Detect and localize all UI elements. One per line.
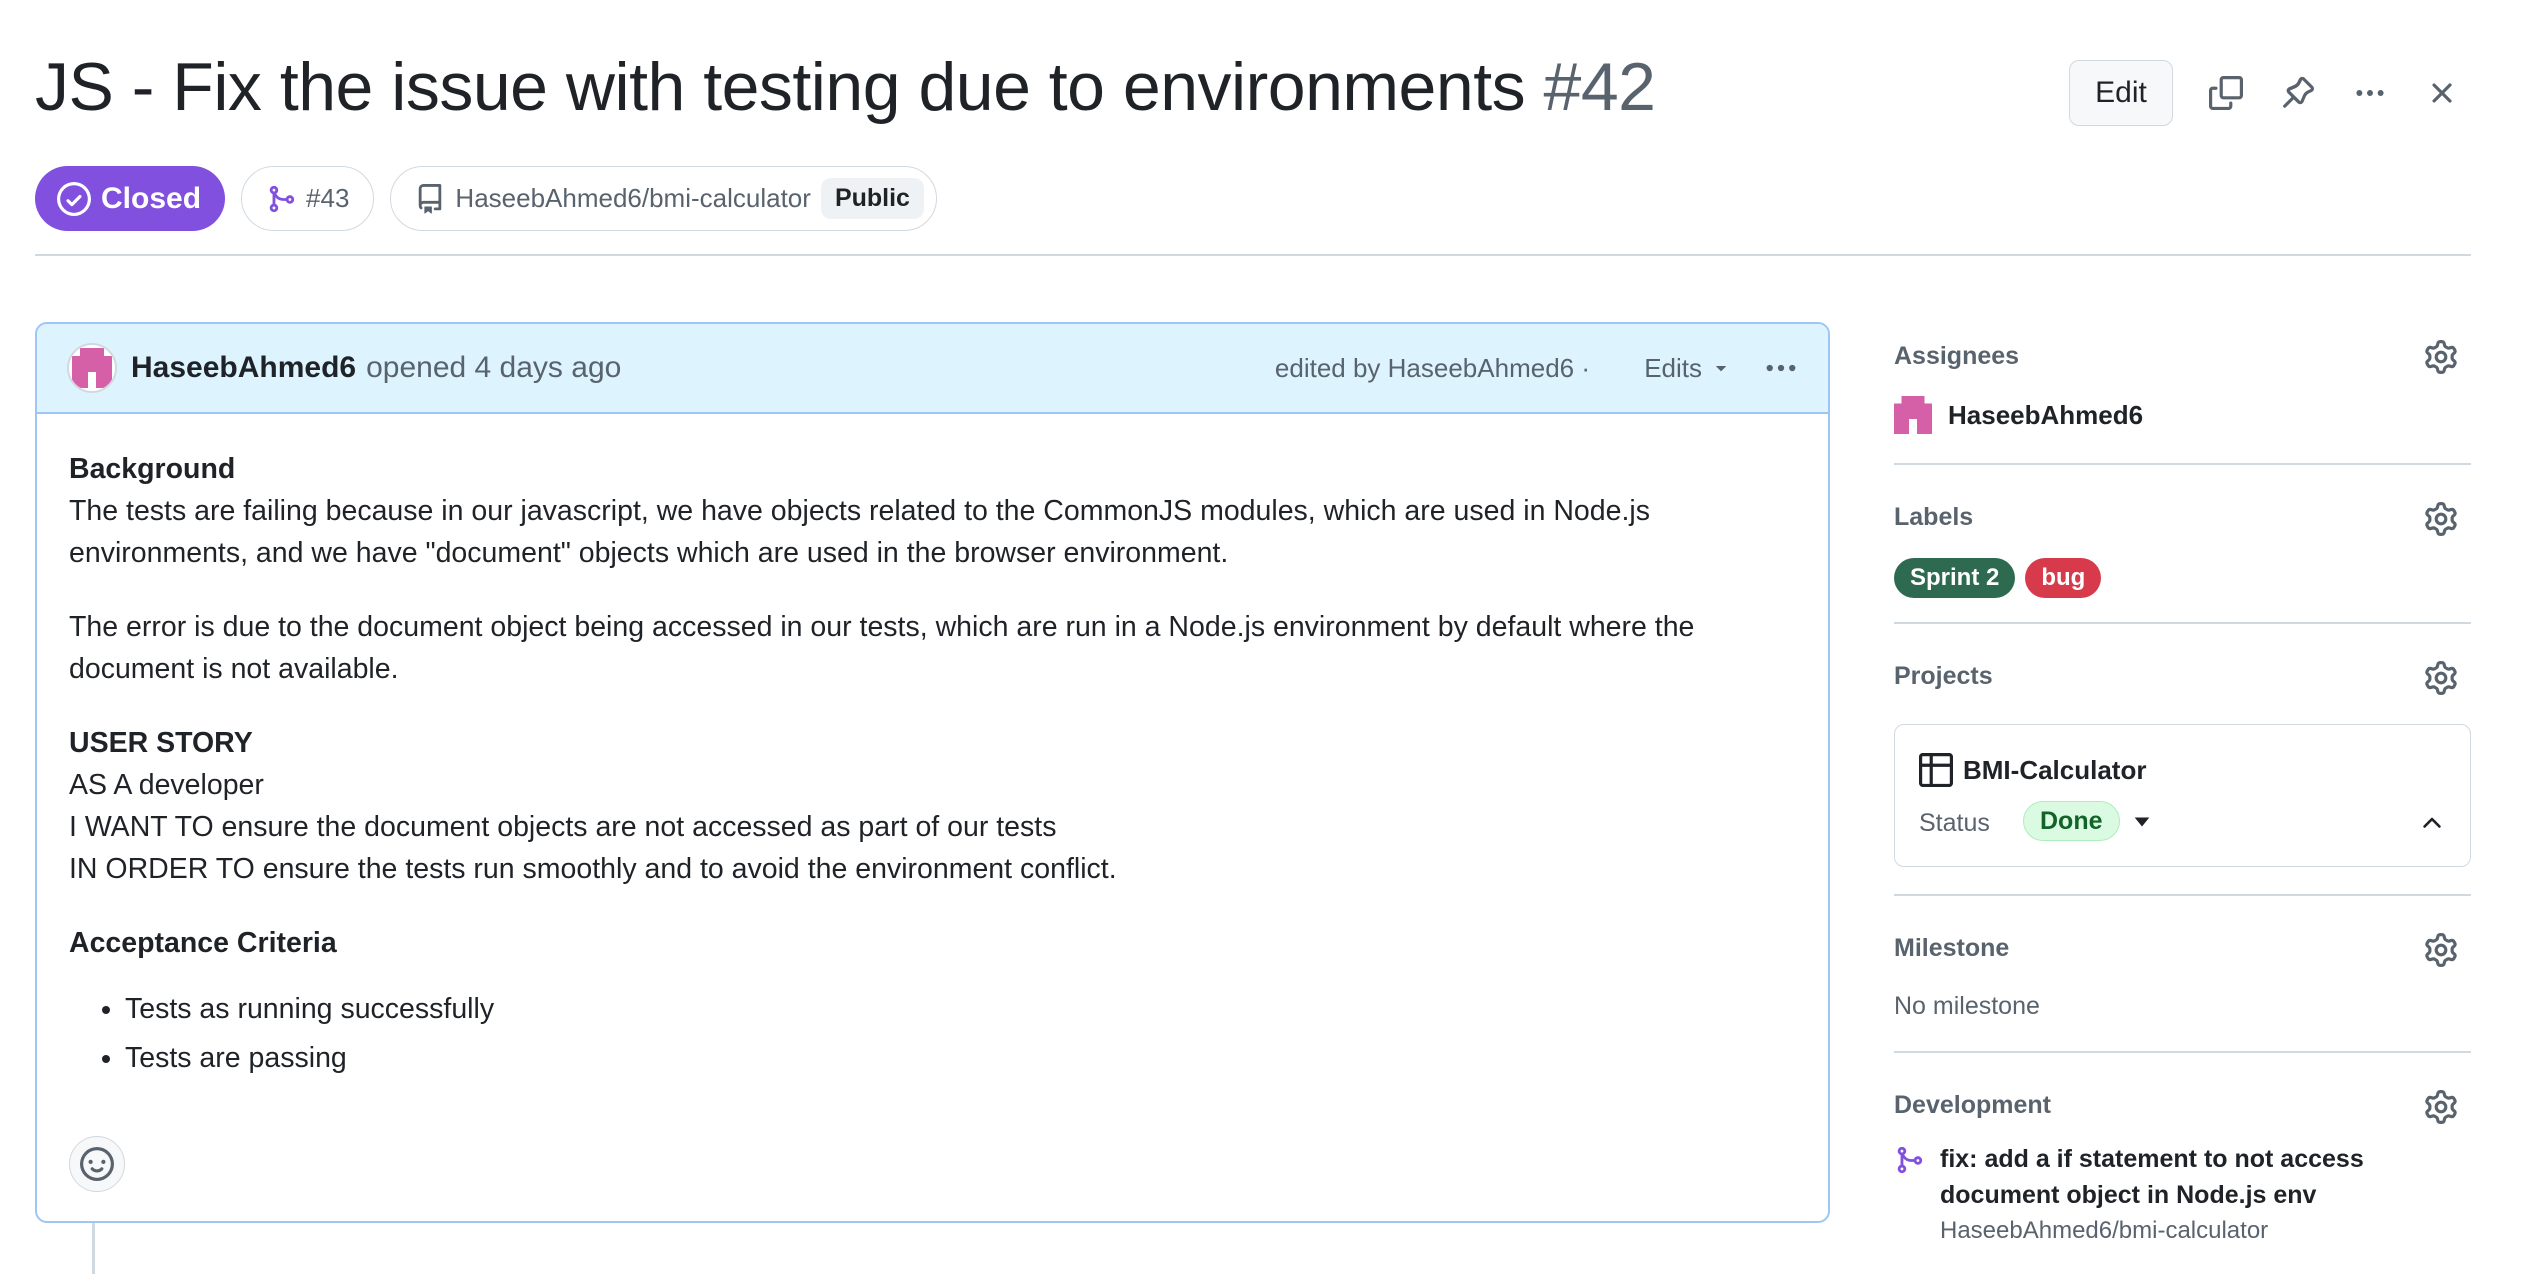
assignee-name: HaseebAhmed6 [1948, 399, 2144, 430]
timeline-connector [92, 1223, 95, 1274]
milestone-section: Milestone No milestone [1894, 896, 2471, 1053]
header-divider [35, 254, 2471, 256]
list-item: Tests are passing [125, 1037, 1796, 1079]
gear-icon[interactable] [2421, 499, 2461, 539]
user-story-want: I WANT TO ensure the document objects ar… [69, 811, 1057, 843]
triangle-down-icon[interactable] [2133, 813, 2151, 831]
project-card: BMI-Calculator Status Done [1894, 724, 2471, 867]
issue-comment: HaseebAhmed6 opened 4 days ago edited by… [35, 322, 1830, 1223]
visibility-badge: Public [820, 178, 924, 219]
labels-heading: Labels [1894, 503, 1974, 531]
issue-title-text: JS - Fix the issue with testing due to e… [35, 49, 1526, 125]
git-merge-icon [1897, 1146, 1923, 1174]
edits-label: Edits [1644, 352, 1702, 383]
add-reaction-button[interactable] [69, 1136, 125, 1192]
label-bug[interactable]: bug [2025, 558, 2102, 598]
comment-options-icon[interactable] [1756, 345, 1806, 391]
assignees-heading: Assignees [1894, 342, 2020, 370]
linked-branch-title[interactable]: fix: add a if statement to not access do… [1940, 1141, 2380, 1213]
edit-button[interactable]: Edit [2069, 60, 2173, 126]
background-heading: Background [69, 453, 236, 485]
repo-pill[interactable]: HaseebAhmed6/bmi-calculator Public [390, 166, 937, 231]
issue-sidebar: Assignees HaseebAhmed6 Labels Sprint 2 b… [1894, 322, 2471, 1273]
kebab-horizontal-icon[interactable] [2347, 70, 2393, 116]
background-paragraph: Background The tests are failing because… [69, 448, 1796, 574]
comment-body: Background The tests are failing because… [37, 414, 1828, 1079]
development-section: Development fix: add a if statement to n… [1894, 1053, 2471, 1273]
milestone-value: No milestone [1894, 992, 2040, 1020]
check-circle-icon [57, 181, 91, 216]
table-icon [1919, 753, 1953, 787]
error-paragraph: The error is due to the document object … [69, 611, 1695, 685]
gear-icon[interactable] [2421, 658, 2461, 698]
labels-section: Labels Sprint 2 bug [1894, 465, 2471, 624]
state-badge-closed: Closed [35, 166, 226, 231]
user-story: USER STORY AS A developer I WANT TO ensu… [69, 722, 1796, 890]
header-actions: Edit [2006, 60, 2526, 126]
development-heading: Development [1894, 1091, 2051, 1119]
gear-icon[interactable] [2421, 930, 2461, 970]
linked-branch-item[interactable]: fix: add a if statement to not access do… [1894, 1141, 2380, 1249]
chevron-up-icon[interactable] [2418, 809, 2446, 837]
label-sprint-2[interactable]: Sprint 2 [1894, 558, 2016, 598]
comment-author[interactable]: HaseebAhmed6 [131, 351, 356, 385]
status-badge[interactable]: Done [2023, 801, 2120, 841]
project-link[interactable]: BMI-Calculator [1919, 753, 2146, 787]
issue-meta: Closed #43 HaseebAhmed6/bmi-calculator P… [35, 166, 937, 231]
acceptance-criteria-list: Tests as running successfully Tests are … [125, 988, 1796, 1079]
user-story-as: AS A developer [69, 769, 264, 801]
repo-icon [419, 183, 442, 214]
label-list: Sprint 2 bug [1894, 558, 2102, 598]
user-story-order: IN ORDER TO ensure the tests run smoothl… [69, 853, 1117, 885]
issue-title: JS - Fix the issue with testing due to e… [35, 48, 1656, 126]
smiley-icon [80, 1147, 114, 1181]
triangle-down-icon [1716, 365, 1726, 372]
issue-number: #42 [1543, 49, 1656, 125]
milestone-heading: Milestone [1894, 934, 2010, 962]
git-merge-icon [269, 185, 295, 212]
projects-section: Projects BMI-Calculator Status Done [1894, 624, 2471, 896]
comment-timestamp[interactable]: opened 4 days ago [366, 351, 621, 385]
gear-icon[interactable] [2421, 1087, 2461, 1127]
assignees-section: Assignees HaseebAhmed6 [1894, 322, 2471, 465]
repo-name: HaseebAhmed6/bmi-calculator [455, 183, 811, 213]
linked-branch-repo: HaseebAhmed6/bmi-calculator [1940, 1217, 2269, 1244]
project-name: BMI-Calculator [1963, 754, 2147, 785]
close-icon[interactable] [2419, 70, 2465, 116]
list-item: Tests as running successfully [125, 988, 1796, 1030]
comment-header: HaseebAhmed6 opened 4 days ago edited by… [37, 324, 1828, 414]
pin-icon[interactable] [2275, 70, 2321, 116]
linked-pr-number: #43 [306, 183, 350, 213]
gear-icon[interactable] [2421, 337, 2461, 377]
background-text: The tests are failing because in our jav… [69, 495, 1650, 569]
linked-pr-pill[interactable]: #43 [241, 166, 375, 231]
copy-icon[interactable] [2203, 70, 2249, 116]
identicon-icon [1894, 396, 1932, 434]
acceptance-criteria-heading: Acceptance Criteria [69, 927, 337, 959]
edits-dropdown[interactable]: Edits [1644, 353, 1730, 384]
identicon-icon [72, 348, 112, 388]
edited-by: edited by HaseebAhmed6 · [1274, 352, 1590, 383]
assignee-item[interactable]: HaseebAhmed6 [1894, 396, 2143, 434]
projects-heading: Projects [1894, 662, 1993, 690]
avatar[interactable] [67, 343, 117, 393]
status-label: Status [1919, 809, 1990, 837]
state-label: Closed [101, 181, 202, 215]
user-story-heading: USER STORY [69, 727, 253, 759]
